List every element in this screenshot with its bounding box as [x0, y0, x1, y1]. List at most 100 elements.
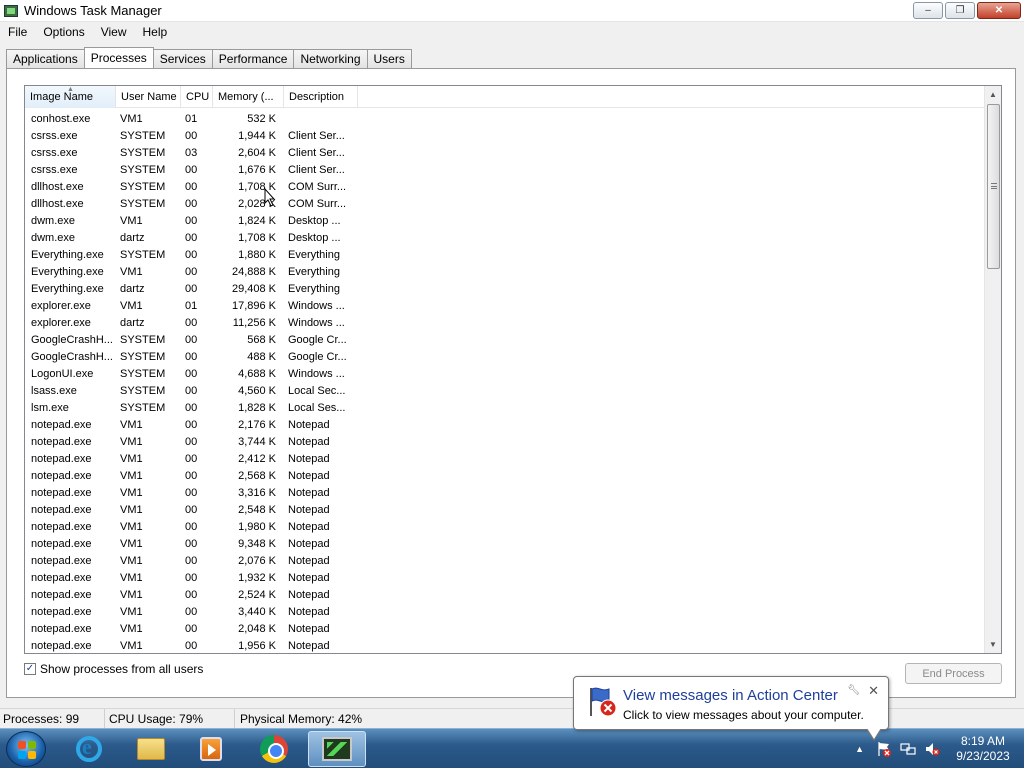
table-row[interactable]: Everything.exe VM1 00 24,888 K Everything	[25, 263, 985, 280]
menu-view[interactable]: View	[93, 25, 135, 39]
table-row[interactable]: conhost.exe VM1 01 532 K	[25, 110, 985, 127]
table-row[interactable]: notepad.exe VM1 00 9,348 K Notepad	[25, 535, 985, 552]
table-row[interactable]: notepad.exe VM1 00 2,412 K Notepad	[25, 450, 985, 467]
tab-networking[interactable]: Networking	[293, 49, 368, 68]
table-row[interactable]: Everything.exe dartz 00 29,408 K Everything	[25, 280, 985, 297]
table-row[interactable]: notepad.exe VM1 00 2,548 K Notepad	[25, 501, 985, 518]
settings-icon[interactable]: 🔧︎	[847, 685, 860, 696]
scroll-down-icon[interactable]: ▼	[985, 636, 1001, 653]
column-image-name[interactable]: ▲ Image Name	[25, 86, 116, 108]
action-center-notification[interactable]: View messages in Action Center Click to …	[573, 676, 889, 741]
table-row[interactable]: csrss.exe SYSTEM 03 2,604 K Client Ser...	[25, 144, 985, 161]
start-button[interactable]	[6, 731, 46, 767]
cell-cpu: 00	[185, 163, 198, 176]
table-row[interactable]: Everything.exe SYSTEM 00 1,880 K Everything	[25, 246, 985, 263]
close-button[interactable]: ✕	[977, 2, 1021, 19]
column-memory[interactable]: Memory (...	[213, 86, 284, 108]
action-center-flag-icon[interactable]	[876, 741, 892, 757]
scrollbar-thumb[interactable]	[987, 104, 1000, 269]
network-icon[interactable]	[900, 741, 916, 757]
cell-cpu: 00	[185, 435, 198, 448]
column-description[interactable]: Description	[284, 86, 358, 108]
window-controls: ‒ ❐ ✕	[913, 2, 1021, 19]
cell-user-name: SYSTEM	[120, 197, 166, 210]
table-row[interactable]: GoogleCrashH... SYSTEM 00 568 K Google Cr...	[25, 331, 985, 348]
taskbar-media-player[interactable]	[184, 731, 238, 767]
show-hidden-icons-icon[interactable]: ▲	[855, 744, 864, 754]
cell-cpu: 00	[185, 367, 198, 380]
cell-description: Windows ...	[288, 299, 345, 312]
cell-cpu: 00	[185, 180, 198, 193]
close-notification-icon[interactable]: ✕	[868, 683, 879, 699]
table-row[interactable]: explorer.exe VM1 01 17,896 K Windows ...	[25, 297, 985, 314]
table-row[interactable]: notepad.exe VM1 00 3,316 K Notepad	[25, 484, 985, 501]
cell-memory: 2,568 K	[238, 469, 276, 482]
taskbar-chrome[interactable]	[247, 731, 301, 767]
table-row[interactable]: notepad.exe VM1 00 1,956 K Notepad	[25, 637, 985, 653]
vertical-scrollbar[interactable]: ▲ ▼	[984, 86, 1001, 653]
cell-image-name: notepad.exe	[31, 435, 92, 448]
table-row[interactable]: notepad.exe VM1 00 2,048 K Notepad	[25, 620, 985, 637]
cell-memory: 29,408 K	[231, 282, 276, 295]
show-all-users[interactable]: ✓ Show processes from all users	[24, 662, 203, 676]
tab-applications[interactable]: Applications	[6, 49, 85, 68]
show-all-checkbox[interactable]: ✓	[24, 663, 36, 675]
cell-memory: 17,896 K	[231, 299, 276, 312]
column-cpu[interactable]: CPU	[181, 86, 213, 108]
cell-cpu: 00	[185, 469, 198, 482]
minimize-button[interactable]: ‒	[913, 2, 943, 19]
table-row[interactable]: dwm.exe VM1 00 1,824 K Desktop ...	[25, 212, 985, 229]
cell-description: Client Ser...	[288, 146, 345, 159]
notification-title[interactable]: View messages in Action Center	[623, 687, 838, 704]
table-row[interactable]: notepad.exe VM1 00 3,440 K Notepad	[25, 603, 985, 620]
table-row[interactable]: notepad.exe VM1 00 3,744 K Notepad	[25, 433, 985, 450]
cell-user-name: VM1	[120, 639, 143, 652]
table-row[interactable]: notepad.exe VM1 00 2,076 K Notepad	[25, 552, 985, 569]
table-row[interactable]: lsass.exe SYSTEM 00 4,560 K Local Sec...	[25, 382, 985, 399]
menu-file[interactable]: File	[0, 25, 35, 39]
table-row[interactable]: csrss.exe SYSTEM 00 1,676 K Client Ser...	[25, 161, 985, 178]
table-row[interactable]: notepad.exe VM1 00 1,980 K Notepad	[25, 518, 985, 535]
process-list[interactable]: ▲ Image Name User Name CPU Memory (... D…	[24, 85, 1002, 654]
scroll-up-icon[interactable]: ▲	[985, 86, 1001, 103]
table-row[interactable]: lsm.exe SYSTEM 00 1,828 K Local Ses...	[25, 399, 985, 416]
table-row[interactable]: dwm.exe dartz 00 1,708 K Desktop ...	[25, 229, 985, 246]
table-row[interactable]: notepad.exe VM1 00 1,932 K Notepad	[25, 569, 985, 586]
table-row[interactable]: explorer.exe dartz 00 11,256 K Windows ...	[25, 314, 985, 331]
table-row[interactable]: GoogleCrashH... SYSTEM 00 488 K Google Cr...	[25, 348, 985, 365]
menu-options[interactable]: Options	[35, 25, 92, 39]
cell-description: Notepad	[288, 503, 330, 516]
end-process-button[interactable]: End Process	[905, 663, 1002, 684]
table-row[interactable]: notepad.exe VM1 00 2,568 K Notepad	[25, 467, 985, 484]
table-row[interactable]: dllhost.exe SYSTEM 00 2,028 K COM Surr...	[25, 195, 985, 212]
cell-description: Notepad	[288, 469, 330, 482]
tab-processes[interactable]: Processes	[83, 47, 154, 68]
volume-muted-icon[interactable]	[924, 741, 940, 757]
cell-memory: 2,604 K	[238, 146, 276, 159]
menu-help[interactable]: Help	[135, 25, 176, 39]
taskbar-task-manager[interactable]	[308, 731, 366, 767]
tab-users[interactable]: Users	[366, 49, 412, 68]
table-row[interactable]: notepad.exe VM1 00 2,176 K Notepad	[25, 416, 985, 433]
cell-description: Notepad	[288, 639, 330, 652]
cell-description: Notepad	[288, 452, 330, 465]
clock[interactable]: 8:19 AM 9/23/2023	[948, 734, 1018, 764]
maximize-button[interactable]: ❐	[945, 2, 975, 19]
cell-image-name: notepad.exe	[31, 503, 92, 516]
column-user-name[interactable]: User Name	[116, 86, 181, 108]
table-row[interactable]: LogonUI.exe SYSTEM 00 4,688 K Windows ...	[25, 365, 985, 382]
cell-description: Local Ses...	[288, 401, 346, 414]
tab-performance[interactable]: Performance	[211, 49, 295, 68]
table-row[interactable]: csrss.exe SYSTEM 00 1,944 K Client Ser...	[25, 127, 985, 144]
process-rows: conhost.exe VM1 01 532 K csrss.exe SYSTEM 00 1,…	[25, 110, 985, 653]
taskbar-internet-explorer[interactable]	[62, 731, 116, 767]
table-row[interactable]: notepad.exe VM1 00 2,524 K Notepad	[25, 586, 985, 603]
column-label: CPU	[186, 91, 210, 103]
taskbar-windows-explorer[interactable]	[124, 731, 178, 767]
clock-time: 8:19 AM	[960, 734, 1006, 748]
tab-services[interactable]: Services	[152, 49, 213, 68]
cell-user-name: VM1	[120, 214, 143, 227]
cell-user-name: dartz	[120, 231, 145, 244]
cell-user-name: VM1	[120, 571, 143, 584]
table-row[interactable]: dllhost.exe SYSTEM 00 1,708 K COM Surr...	[25, 178, 985, 195]
